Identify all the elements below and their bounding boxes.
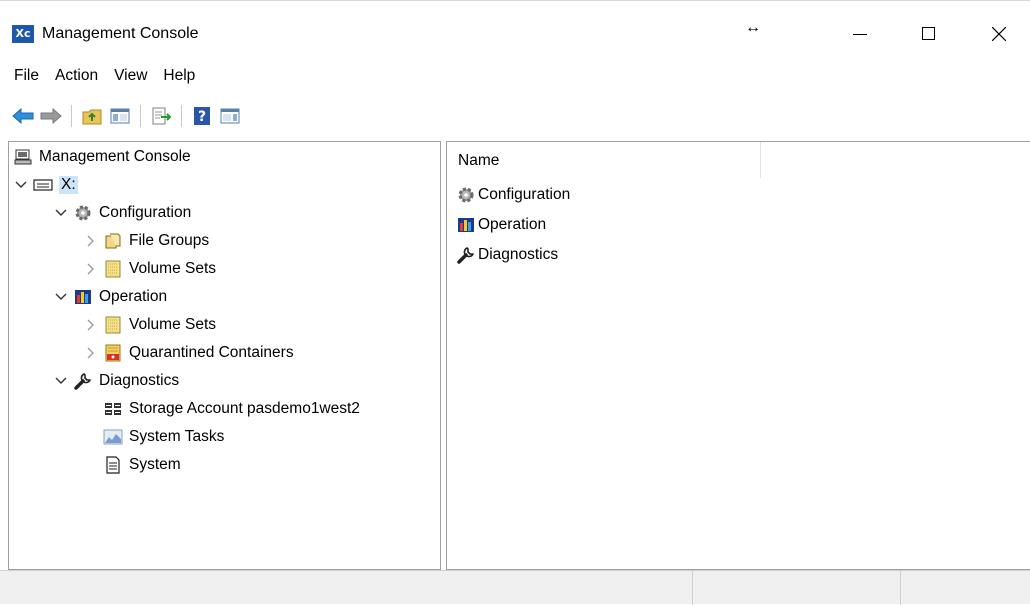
tree-item-diagnostics[interactable]: Diagnostics bbox=[53, 368, 179, 394]
export-list-icon bbox=[152, 107, 171, 125]
chevron-down-icon[interactable] bbox=[53, 373, 69, 389]
list-item-operation[interactable]: Operation bbox=[456, 212, 546, 238]
list-item-label: Configuration bbox=[478, 186, 571, 203]
show-action-pane-button[interactable] bbox=[219, 105, 241, 127]
operation-chart-icon bbox=[73, 287, 93, 307]
chevron-right-icon[interactable] bbox=[83, 317, 99, 333]
chevron-right-icon[interactable] bbox=[83, 261, 99, 277]
list-item-label: Diagnostics bbox=[478, 246, 559, 263]
wrench-icon bbox=[73, 371, 93, 391]
close-button[interactable] bbox=[976, 19, 1022, 49]
title-bar[interactable]: Xc Management Console ↔ bbox=[0, 1, 1030, 65]
show-hide-tree-button[interactable] bbox=[109, 105, 131, 127]
chevron-down-icon[interactable] bbox=[53, 205, 69, 221]
tree-label-root: Management Console bbox=[39, 148, 191, 165]
volume-sets-icon bbox=[103, 259, 123, 279]
forward-button[interactable] bbox=[40, 105, 62, 127]
up-one-level-button[interactable] bbox=[81, 105, 103, 127]
tree-item-system[interactable]: System bbox=[103, 452, 181, 478]
tree-item-operation-volume-sets[interactable]: Volume Sets bbox=[83, 312, 216, 338]
tree-item-root[interactable]: Management Console bbox=[13, 144, 191, 170]
menu-view[interactable]: View bbox=[106, 64, 155, 88]
app-logo-icon: Xc bbox=[12, 25, 34, 43]
minimize-button[interactable] bbox=[837, 19, 883, 49]
svg-text:?: ? bbox=[198, 109, 206, 125]
main-window: Xc Management Console ↔ File Action View… bbox=[0, 0, 1030, 605]
export-list-button[interactable] bbox=[150, 105, 172, 127]
list-item-label: Operation bbox=[478, 216, 547, 233]
column-header-label: Name bbox=[458, 152, 500, 169]
menu-action[interactable]: Action bbox=[47, 64, 106, 88]
tree-item-drive[interactable]: X: bbox=[13, 172, 78, 198]
tree-label-system: System bbox=[129, 456, 181, 473]
gear-icon bbox=[73, 203, 93, 223]
minimize-icon bbox=[853, 34, 867, 35]
toolbar-separator bbox=[71, 105, 72, 127]
operation-chart-icon bbox=[456, 215, 476, 235]
list-item-configuration[interactable]: Configuration bbox=[456, 182, 570, 208]
wrench-icon bbox=[456, 245, 476, 265]
storage-account-icon bbox=[103, 399, 123, 419]
tree-label-operation-volume-sets: Volume Sets bbox=[129, 316, 217, 333]
tree-label-drive: X: bbox=[59, 176, 78, 194]
tree-label-storage-account: Storage Account pasdemo1west2 bbox=[129, 400, 360, 417]
back-arrow-icon bbox=[12, 108, 34, 124]
toolbar-separator bbox=[181, 105, 182, 127]
tree-item-config-volume-sets[interactable]: Volume Sets bbox=[83, 256, 216, 282]
maximize-button[interactable] bbox=[906, 19, 952, 49]
document-icon bbox=[103, 455, 123, 475]
quarantine-icon bbox=[103, 343, 123, 363]
tree-item-operation[interactable]: Operation bbox=[53, 284, 167, 310]
tree-label-config-volume-sets: Volume Sets bbox=[129, 260, 217, 277]
up-folder-icon bbox=[82, 109, 102, 125]
toolbar-separator bbox=[140, 105, 141, 127]
status-segment bbox=[692, 571, 900, 605]
back-button[interactable] bbox=[12, 105, 34, 127]
tree-item-system-tasks[interactable]: System Tasks bbox=[103, 424, 224, 450]
menu-help[interactable]: Help bbox=[155, 64, 203, 88]
drive-icon bbox=[33, 175, 53, 195]
file-groups-icon bbox=[103, 231, 123, 251]
details-pane[interactable]: Name Configuration Operation Diagnostics bbox=[446, 141, 1030, 570]
tree-item-configuration[interactable]: Configuration bbox=[53, 200, 191, 226]
volume-sets-icon bbox=[103, 315, 123, 335]
chevron-down-icon[interactable] bbox=[53, 289, 69, 305]
status-segment bbox=[900, 571, 1030, 605]
toolbar: ? bbox=[12, 101, 241, 131]
tree-label-quarantined-containers: Quarantined Containers bbox=[129, 344, 294, 361]
menu-bar: File Action View Help bbox=[0, 63, 203, 89]
tree-label-system-tasks: System Tasks bbox=[129, 428, 225, 445]
chevron-right-icon[interactable] bbox=[83, 233, 99, 249]
status-bar bbox=[0, 570, 1030, 605]
properties-pane-icon bbox=[220, 108, 240, 124]
chevron-down-icon[interactable] bbox=[13, 177, 29, 193]
maximize-icon bbox=[922, 27, 935, 40]
system-tasks-icon bbox=[103, 427, 123, 447]
tree-item-storage-account[interactable]: Storage Account pasdemo1west2 bbox=[103, 396, 360, 422]
computer-console-icon bbox=[13, 147, 33, 167]
tree-item-file-groups[interactable]: File Groups bbox=[83, 228, 209, 254]
list-item-diagnostics[interactable]: Diagnostics bbox=[456, 242, 558, 268]
forward-arrow-icon bbox=[40, 108, 62, 124]
column-header-name[interactable]: Name bbox=[447, 142, 761, 178]
chevron-right-icon[interactable] bbox=[83, 345, 99, 361]
tree-label-configuration: Configuration bbox=[99, 204, 192, 221]
show-hide-tree-icon bbox=[110, 108, 130, 124]
tree-label-diagnostics: Diagnostics bbox=[99, 372, 180, 389]
window-title: Management Console bbox=[42, 25, 199, 42]
tree-item-quarantined-containers[interactable]: Quarantined Containers bbox=[83, 340, 294, 366]
menu-file[interactable]: File bbox=[6, 64, 47, 88]
help-button[interactable]: ? bbox=[191, 105, 213, 127]
resize-cursor-icon: ↔ bbox=[745, 19, 761, 36]
tree-label-operation: Operation bbox=[99, 288, 168, 305]
close-icon bbox=[992, 27, 1006, 41]
tree-pane[interactable]: Management Console X: Configuration File… bbox=[8, 141, 441, 570]
tree-label-file-groups: File Groups bbox=[129, 232, 210, 249]
help-icon: ? bbox=[194, 107, 210, 125]
gear-icon bbox=[456, 185, 476, 205]
